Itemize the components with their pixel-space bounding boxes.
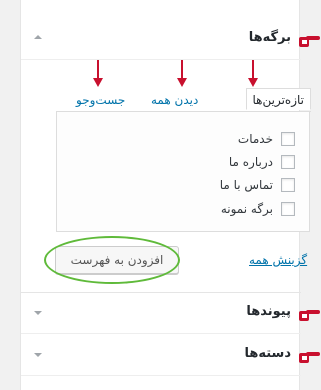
- list-item[interactable]: درباره ما: [229, 153, 295, 171]
- list-item[interactable]: تماس با ما: [220, 176, 295, 194]
- checkbox[interactable]: [281, 178, 295, 192]
- tab-search[interactable]: جست‌وجو: [76, 89, 125, 111]
- links-section-header[interactable]: پیوندها: [21, 292, 301, 334]
- list-item-label: خدمات: [237, 132, 273, 146]
- arrow-down-icon: [93, 60, 103, 87]
- arrow-down-icon: [177, 60, 187, 87]
- pages-checklist: خدمات درباره ما تماس با ما برگه نمونه: [56, 111, 310, 232]
- list-item[interactable]: برگه نمونه: [221, 200, 295, 218]
- select-all-link[interactable]: گزینش همه: [249, 253, 307, 267]
- tab-recent[interactable]: تازه‌ترین‌ها: [245, 88, 311, 110]
- menu-items-panel: برگه‌ها تازه‌ترین‌ها دیدن همه جست‌وجو خد…: [20, 0, 311, 390]
- expand-arrow-icon[interactable]: [33, 350, 43, 360]
- list-item-label: تماس با ما: [219, 178, 273, 192]
- pages-section-title: برگه‌ها: [248, 30, 291, 45]
- list-item[interactable]: خدمات: [238, 130, 295, 148]
- checkbox[interactable]: [281, 132, 295, 146]
- categories-section-header[interactable]: دسته‌ها: [21, 334, 301, 376]
- pages-tabs: تازه‌ترین‌ها دیدن همه جست‌وجو: [76, 88, 311, 112]
- expand-arrow-icon[interactable]: [33, 308, 43, 318]
- categories-section-title: دسته‌ها: [244, 346, 291, 361]
- collapse-arrow-icon[interactable]: [33, 32, 43, 42]
- pages-section-header[interactable]: برگه‌ها: [21, 18, 301, 60]
- add-to-menu-button[interactable]: افزودن به فهرست: [55, 246, 179, 274]
- pointing-hand-icon: [299, 310, 320, 321]
- list-item-label: درباره ما: [228, 155, 273, 169]
- links-section-title: پیوندها: [246, 304, 291, 319]
- pointing-hand-icon: [299, 36, 320, 47]
- list-item-label: برگه نمونه: [220, 202, 273, 216]
- tab-view-all[interactable]: دیدن همه: [151, 89, 198, 111]
- checkbox[interactable]: [281, 202, 295, 216]
- arrow-down-icon: [248, 60, 258, 87]
- pointing-hand-icon: [299, 352, 320, 363]
- checkbox[interactable]: [281, 155, 295, 169]
